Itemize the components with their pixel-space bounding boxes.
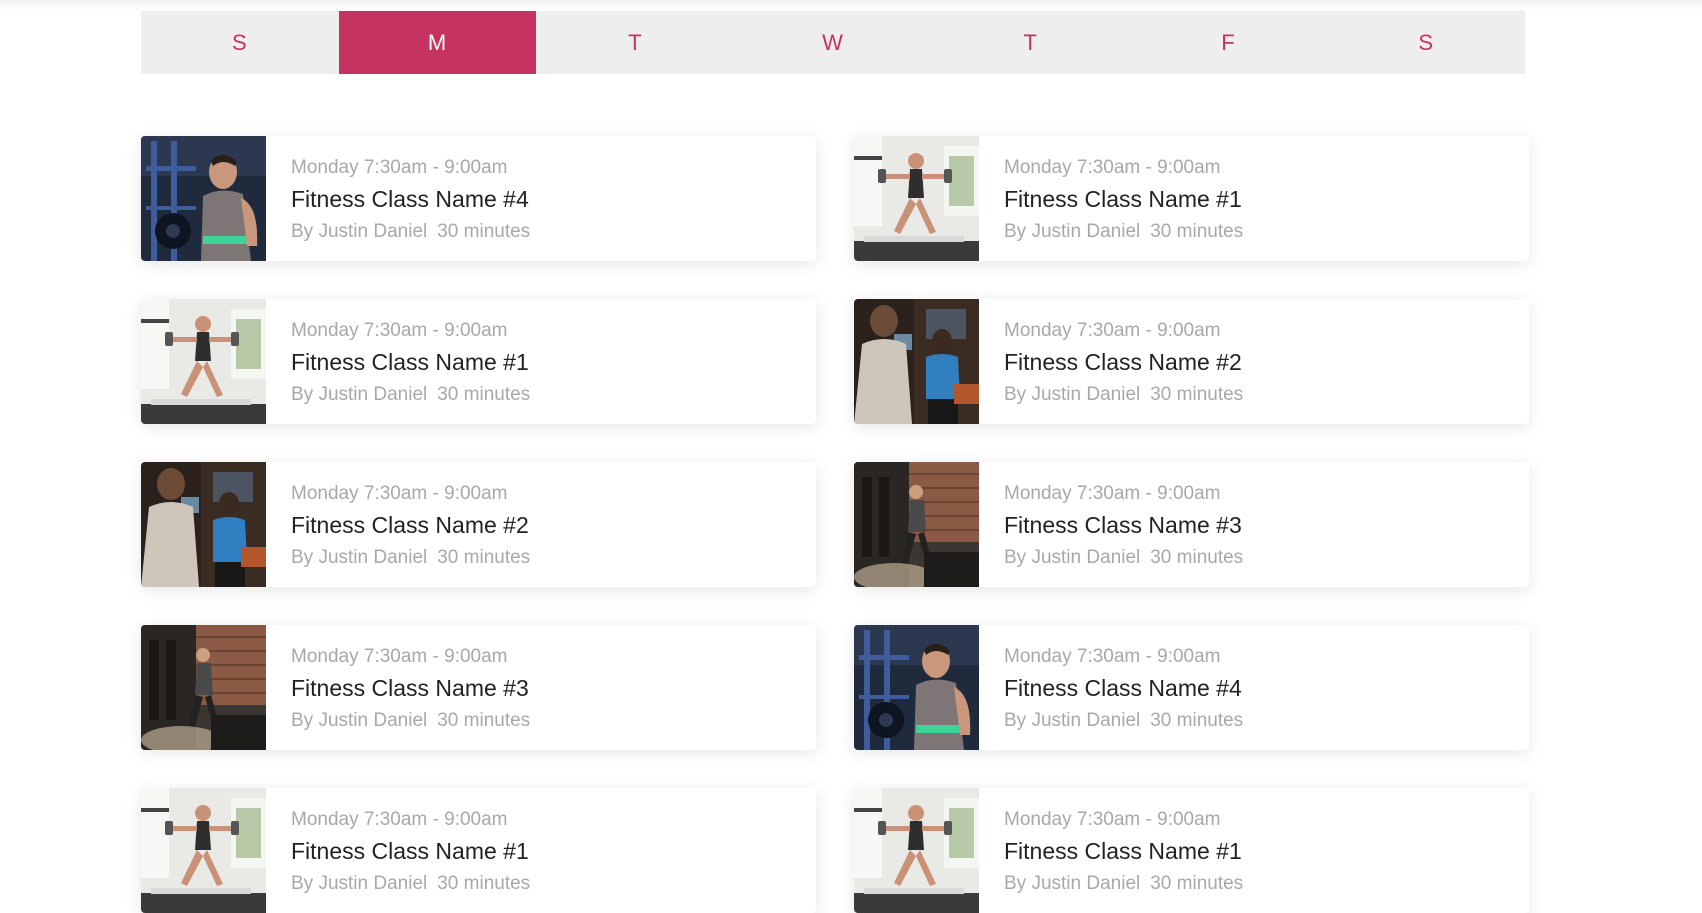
class-name[interactable]: Fitness Class Name #1 <box>1004 835 1243 867</box>
gym-brick-wall-photo <box>854 462 979 587</box>
tab-tuesday[interactable]: T <box>536 11 734 74</box>
class-name[interactable]: Fitness Class Name #4 <box>291 183 530 215</box>
man-with-dumbbell-photo <box>854 625 979 750</box>
class-info: Monday 7:30am - 9:00am Fitness Class Name… <box>266 788 530 913</box>
class-card[interactable]: Monday 7:30am - 9:00am Fitness Class Name… <box>141 299 816 424</box>
class-instructor: By Justin Daniel <box>1004 873 1141 894</box>
class-duration: 30 minutes <box>437 547 531 568</box>
class-meta: By Justin Daniel 30 minutes <box>291 382 530 407</box>
class-meta: By Justin Daniel 30 minutes <box>291 708 530 733</box>
class-meta: By Justin Daniel 30 minutes <box>1004 871 1243 896</box>
class-instructor: By Justin Daniel <box>1004 221 1141 242</box>
class-time: Monday 7:30am - 9:00am <box>1004 157 1221 178</box>
boxing-training-photo <box>854 299 979 424</box>
class-name[interactable]: Fitness Class Name #2 <box>291 509 530 541</box>
boxing-training-photo <box>141 462 266 587</box>
tab-sunday[interactable]: S <box>141 11 339 74</box>
class-info: Monday 7:30am - 9:00am Fitness Class Name… <box>979 299 1243 424</box>
class-time: Monday 7:30am - 9:00am <box>291 320 508 341</box>
class-meta: By Justin Daniel 30 minutes <box>1004 545 1243 570</box>
class-info: Monday 7:30am - 9:00am Fitness Class Name… <box>266 462 530 587</box>
class-info: Monday 7:30am - 9:00am Fitness Class Name… <box>266 299 530 424</box>
weekday-tabs: S M T W T F S <box>141 11 1525 74</box>
class-card[interactable]: Monday 7:30am - 9:00am Fitness Class Name… <box>141 625 816 750</box>
class-duration: 30 minutes <box>1150 384 1244 405</box>
class-meta: By Justin Daniel 30 minutes <box>291 871 530 896</box>
class-card[interactable]: Monday 7:30am - 9:00am Fitness Class Name… <box>854 136 1529 261</box>
class-instructor: By Justin Daniel <box>1004 710 1141 731</box>
class-card[interactable]: Monday 7:30am - 9:00am Fitness Class Name… <box>141 788 816 913</box>
gym-brick-wall-photo <box>141 625 266 750</box>
class-name[interactable]: Fitness Class Name #1 <box>291 346 530 378</box>
class-info: Monday 7:30am - 9:00am Fitness Class Name… <box>266 625 530 750</box>
class-duration: 30 minutes <box>1150 221 1244 242</box>
class-info: Monday 7:30am - 9:00am Fitness Class Name… <box>979 136 1243 261</box>
class-duration: 30 minutes <box>437 221 531 242</box>
class-card[interactable]: Monday 7:30am - 9:00am Fitness Class Name… <box>854 299 1529 424</box>
class-duration: 30 minutes <box>437 384 531 405</box>
class-name[interactable]: Fitness Class Name #1 <box>291 835 530 867</box>
class-name[interactable]: Fitness Class Name #1 <box>1004 183 1243 215</box>
class-info: Monday 7:30am - 9:00am Fitness Class Name… <box>266 136 530 261</box>
class-meta: By Justin Daniel 30 minutes <box>1004 708 1243 733</box>
class-name[interactable]: Fitness Class Name #3 <box>1004 509 1243 541</box>
class-duration: 30 minutes <box>1150 873 1244 894</box>
class-info: Monday 7:30am - 9:00am Fitness Class Name… <box>979 462 1243 587</box>
class-instructor: By Justin Daniel <box>1004 384 1141 405</box>
class-time: Monday 7:30am - 9:00am <box>1004 809 1221 830</box>
woman-lunge-weights-photo <box>141 788 266 913</box>
tab-wednesday[interactable]: W <box>734 11 932 74</box>
tab-thursday[interactable]: T <box>932 11 1130 74</box>
class-time: Monday 7:30am - 9:00am <box>291 483 508 504</box>
class-instructor: By Justin Daniel <box>291 547 428 568</box>
class-card[interactable]: Monday 7:30am - 9:00am Fitness Class Name… <box>854 788 1529 913</box>
class-duration: 30 minutes <box>1150 547 1244 568</box>
class-info: Monday 7:30am - 9:00am Fitness Class Name… <box>979 625 1243 750</box>
class-instructor: By Justin Daniel <box>291 710 428 731</box>
class-time: Monday 7:30am - 9:00am <box>291 646 508 667</box>
class-info: Monday 7:30am - 9:00am Fitness Class Name… <box>979 788 1243 913</box>
class-instructor: By Justin Daniel <box>291 384 428 405</box>
class-card[interactable]: Monday 7:30am - 9:00am Fitness Class Name… <box>141 136 816 261</box>
woman-lunge-weights-photo <box>854 136 979 261</box>
tab-friday[interactable]: F <box>1130 11 1328 74</box>
class-meta: By Justin Daniel 30 minutes <box>291 545 530 570</box>
class-meta: By Justin Daniel 30 minutes <box>291 219 530 244</box>
class-card[interactable]: Monday 7:30am - 9:00am Fitness Class Name… <box>854 462 1529 587</box>
class-name[interactable]: Fitness Class Name #3 <box>291 672 530 704</box>
class-meta: By Justin Daniel 30 minutes <box>1004 219 1243 244</box>
class-time: Monday 7:30am - 9:00am <box>291 809 508 830</box>
woman-lunge-weights-photo <box>141 299 266 424</box>
class-time: Monday 7:30am - 9:00am <box>1004 483 1221 504</box>
class-instructor: By Justin Daniel <box>291 873 428 894</box>
man-with-dumbbell-photo <box>141 136 266 261</box>
class-duration: 30 minutes <box>437 710 531 731</box>
class-duration: 30 minutes <box>437 873 531 894</box>
class-meta: By Justin Daniel 30 minutes <box>1004 382 1243 407</box>
class-name[interactable]: Fitness Class Name #2 <box>1004 346 1243 378</box>
class-duration: 30 minutes <box>1150 710 1244 731</box>
woman-lunge-weights-photo <box>854 788 979 913</box>
class-time: Monday 7:30am - 9:00am <box>291 157 508 178</box>
class-time: Monday 7:30am - 9:00am <box>1004 320 1221 341</box>
class-name[interactable]: Fitness Class Name #4 <box>1004 672 1243 704</box>
class-card[interactable]: Monday 7:30am - 9:00am Fitness Class Name… <box>854 625 1529 750</box>
class-instructor: By Justin Daniel <box>1004 547 1141 568</box>
class-time: Monday 7:30am - 9:00am <box>1004 646 1221 667</box>
tab-monday[interactable]: M <box>338 11 537 74</box>
top-shadow-divider <box>0 0 1702 10</box>
class-list: Monday 7:30am - 9:00am Fitness Class Name… <box>141 136 1530 913</box>
class-card[interactable]: Monday 7:30am - 9:00am Fitness Class Name… <box>141 462 816 587</box>
class-instructor: By Justin Daniel <box>291 221 428 242</box>
tab-saturday[interactable]: S <box>1327 11 1525 74</box>
